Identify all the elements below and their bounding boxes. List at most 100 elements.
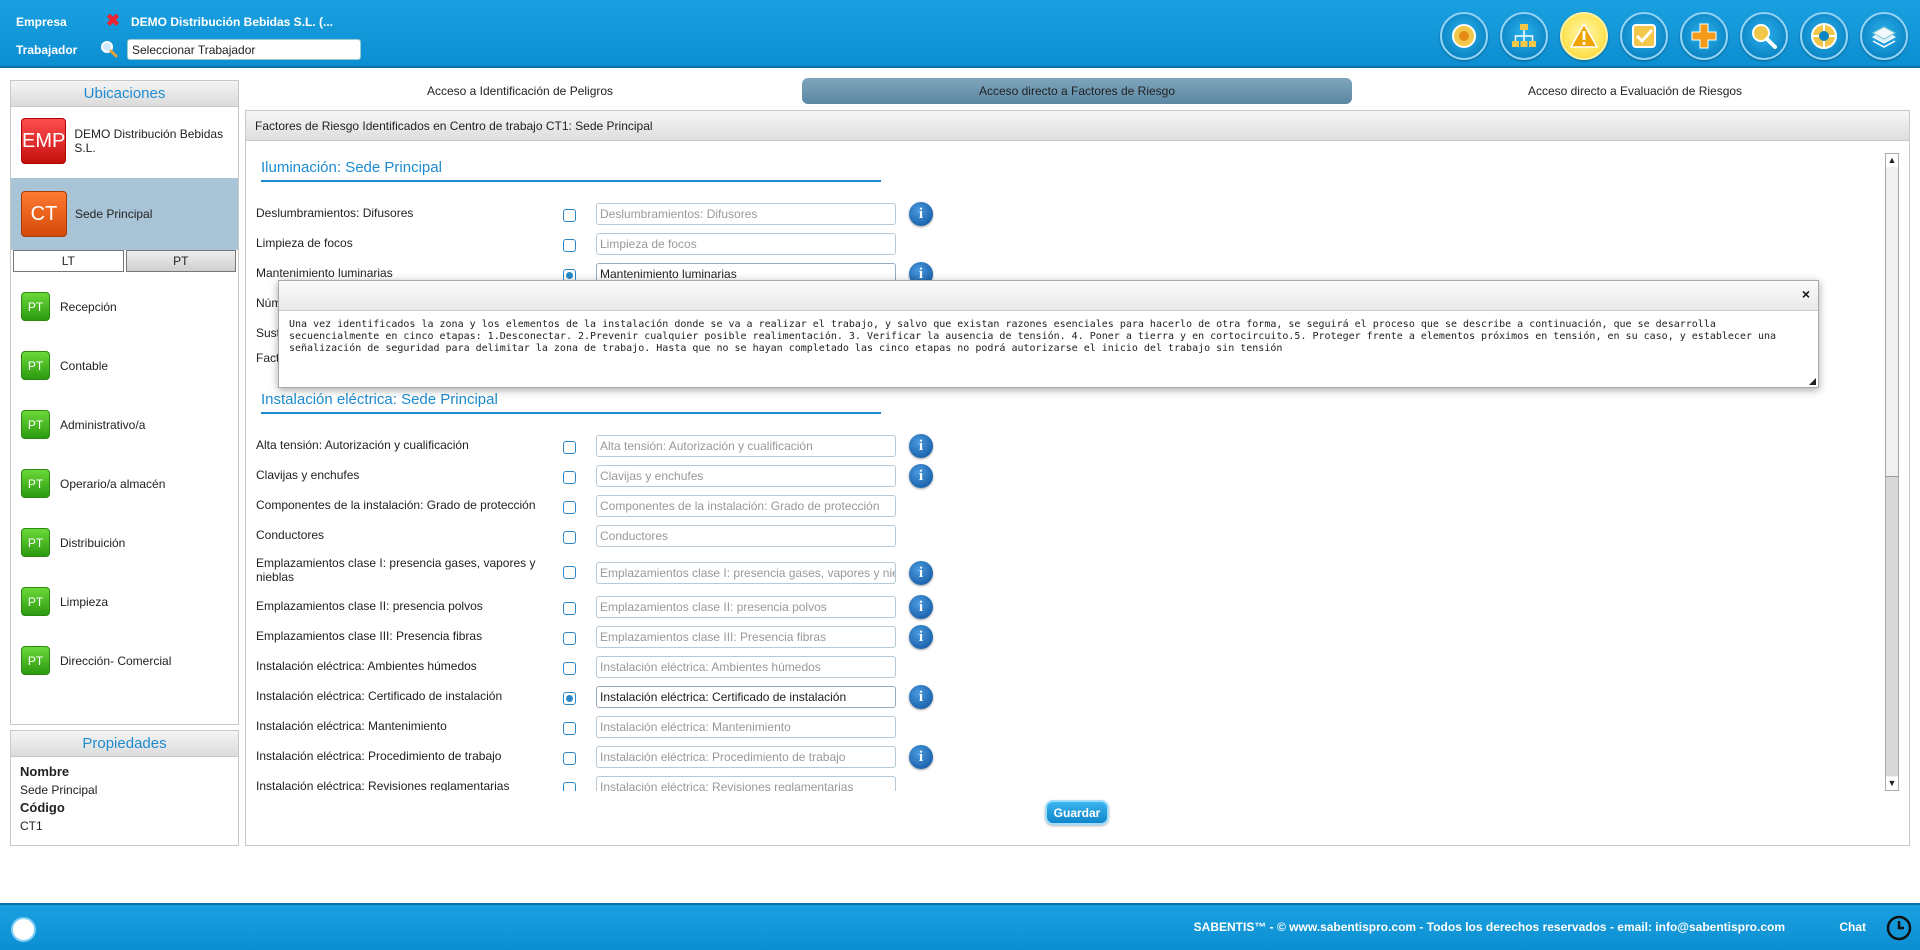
puesto-item[interactable]: PT Recepción: [11, 277, 238, 336]
pt-badge-icon: PT: [21, 292, 50, 321]
centro-badge-icon: CT: [21, 191, 67, 237]
section-title: Instalación eléctrica: Sede Principal: [261, 391, 881, 414]
checklist-icon[interactable]: [1620, 12, 1668, 60]
empresa-name: DEMO Distribución Bebidas S.L.: [74, 127, 224, 155]
factor-checkbox[interactable]: [563, 602, 576, 615]
factor-input[interactable]: Componentes de la instalación: Grado de …: [596, 495, 896, 517]
pt-badge-icon: PT: [21, 528, 50, 557]
factor-input[interactable]: Instalación eléctrica: Revisiones reglam…: [596, 776, 896, 791]
info-icon[interactable]: i: [909, 595, 933, 619]
puesto-item[interactable]: PT Operario/a almacén: [11, 454, 238, 513]
panel-heading: Factores de Riesgo Identificados en Cent…: [246, 111, 1909, 141]
puesto-item[interactable]: PT Limpieza: [11, 572, 238, 631]
warning-icon[interactable]: [1560, 12, 1608, 60]
remove-empresa-icon[interactable]: ✖: [104, 12, 122, 30]
scroll-up-arrow-icon[interactable]: ▲: [1886, 154, 1898, 167]
info-icon[interactable]: i: [909, 202, 933, 226]
prop-name-value: Sede Principal: [20, 783, 98, 797]
factor-checkbox[interactable]: [563, 692, 576, 705]
empresa-label: Empresa: [16, 15, 67, 29]
factor-label: Limpieza de focos: [256, 236, 353, 250]
add-icon[interactable]: [1680, 12, 1728, 60]
pt-badge-icon: PT: [21, 469, 50, 498]
close-icon[interactable]: ×: [1802, 286, 1810, 302]
factor-input[interactable]: Alta tensión: Autorización y cualificaci…: [596, 435, 896, 457]
factor-checkbox[interactable]: [563, 752, 576, 765]
info-icon[interactable]: i: [909, 745, 933, 769]
prop-code-value: CT1: [20, 819, 43, 833]
factor-checkbox[interactable]: [563, 566, 576, 579]
factor-checkbox[interactable]: [563, 531, 576, 544]
puesto-item[interactable]: PT Dirección- Comercial: [11, 631, 238, 690]
factor-input[interactable]: Limpieza de focos: [596, 233, 896, 255]
factor-label: Emplazamientos clase I: presencia gases,…: [256, 556, 536, 584]
pt-badge-icon: PT: [21, 587, 50, 616]
factor-checkbox[interactable]: [563, 722, 576, 735]
search-worker-icon[interactable]: [100, 40, 118, 58]
factor-input[interactable]: Emplazamientos clase III: Presencia fibr…: [596, 626, 896, 648]
puesto-item[interactable]: PT Distribuición: [11, 513, 238, 572]
info-icon[interactable]: i: [909, 434, 933, 458]
empresa-item[interactable]: EMP DEMO Distribución Bebidas S.L.: [11, 110, 238, 172]
tab-identificacion-peligros[interactable]: Acceso a Identificación de Peligros: [250, 78, 790, 104]
factor-checkbox[interactable]: [563, 782, 576, 791]
info-icon[interactable]: i: [909, 625, 933, 649]
trabajador-label: Trabajador: [16, 43, 78, 57]
factor-checkbox[interactable]: [563, 209, 576, 222]
factores-list: Iluminación: Sede Principal Deslumbramie…: [246, 151, 1886, 791]
puestos-list: PT Recepción PT Contable PT Administrati…: [11, 277, 238, 690]
puesto-item[interactable]: PT Contable: [11, 336, 238, 395]
factor-input[interactable]: Clavijas y enchufes: [596, 465, 896, 487]
tab-evaluacion-riesgos[interactable]: Acceso directo a Evaluación de Riesgos: [1360, 78, 1910, 104]
documents-icon[interactable]: [1860, 12, 1908, 60]
factor-checkbox[interactable]: [563, 632, 576, 645]
factor-row: Conductores Conductores: [256, 525, 1256, 556]
factor-checkbox[interactable]: [563, 239, 576, 252]
factor-label: Clavijas y enchufes: [256, 468, 360, 482]
factor-input[interactable]: Deslumbramientos: Difusores: [596, 203, 896, 225]
factores-panel: Factores de Riesgo Identificados en Cent…: [245, 110, 1910, 846]
propiedades-panel: Propiedades Nombre Sede Principal Código…: [10, 730, 239, 846]
factor-row: Componentes de la instalación: Grado de …: [256, 495, 1256, 526]
info-icon[interactable]: i: [909, 464, 933, 488]
tab-factores-riesgo[interactable]: Acceso directo a Factores de Riesgo: [802, 78, 1352, 104]
empresa-value[interactable]: DEMO Distribución Bebidas S.L. (...: [131, 15, 333, 29]
factor-checkbox[interactable]: [563, 471, 576, 484]
tab-lt[interactable]: LT: [13, 250, 124, 272]
resize-grip-icon[interactable]: [1809, 378, 1816, 385]
org-chart-icon[interactable]: [1500, 12, 1548, 60]
search-icon[interactable]: [1740, 12, 1788, 60]
factor-input[interactable]: Emplazamientos clase I: presencia gases,…: [596, 562, 896, 584]
factor-input[interactable]: Emplazamientos clase II: presencia polvo…: [596, 596, 896, 618]
factor-checkbox[interactable]: [563, 662, 576, 675]
factor-checkbox[interactable]: [563, 501, 576, 514]
factor-label: Emplazamientos clase II: presencia polvo…: [256, 599, 483, 613]
scrollbar-thumb[interactable]: [1886, 476, 1898, 776]
empresa-badge-icon: EMP: [21, 118, 67, 164]
puesto-label: Distribuición: [60, 535, 126, 550]
trabajador-input[interactable]: [127, 39, 361, 60]
dashboard-icon[interactable]: [1440, 12, 1488, 60]
factor-row: Clavijas y enchufes Clavijas y enchufes …: [256, 464, 1256, 496]
chat-link[interactable]: Chat: [1839, 920, 1866, 934]
chat-bubble-icon[interactable]: [11, 917, 36, 942]
factor-input[interactable]: Instalación eléctrica: Certificado de in…: [596, 686, 896, 708]
factor-input[interactable]: Conductores: [596, 525, 896, 547]
factor-input[interactable]: Instalación eléctrica: Mantenimiento: [596, 716, 896, 738]
centro-item[interactable]: CT Sede Principal: [11, 178, 238, 250]
puesto-item[interactable]: PT Administrativo/a: [11, 395, 238, 454]
factor-input[interactable]: Instalación eléctrica: Procedimiento de …: [596, 746, 896, 768]
save-button[interactable]: Guardar: [1045, 800, 1109, 825]
vertical-scrollbar[interactable]: ▲ ▼: [1885, 153, 1899, 791]
info-icon[interactable]: i: [909, 561, 933, 585]
clock-icon[interactable]: [1885, 914, 1913, 942]
factor-label: Instalación eléctrica: Revisiones reglam…: [256, 779, 510, 791]
tab-pt[interactable]: PT: [125, 250, 236, 272]
factor-input[interactable]: Instalación eléctrica: Ambientes húmedos: [596, 656, 896, 678]
top-header: Empresa ✖ DEMO Distribución Bebidas S.L.…: [0, 0, 1920, 68]
scroll-down-arrow-icon[interactable]: ▼: [1886, 777, 1898, 790]
help-icon[interactable]: [1800, 12, 1848, 60]
info-icon[interactable]: i: [909, 685, 933, 709]
puesto-label: Operario/a almacén: [60, 476, 166, 491]
factor-checkbox[interactable]: [563, 441, 576, 454]
